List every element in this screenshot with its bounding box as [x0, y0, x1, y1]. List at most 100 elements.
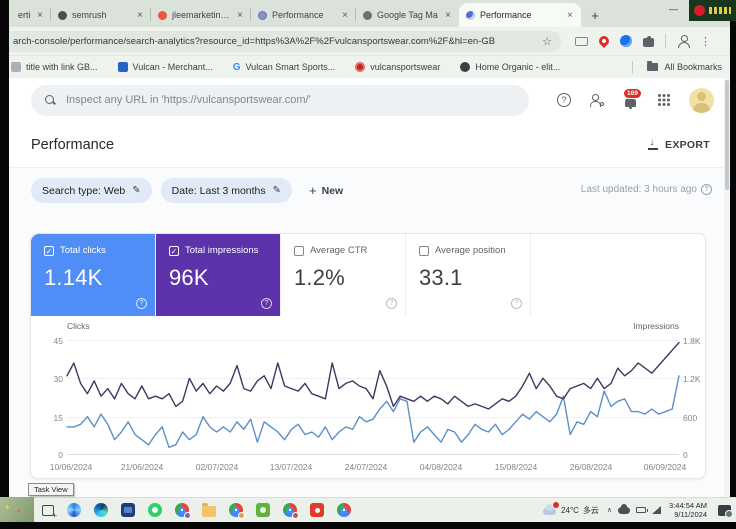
blue-extension-icon[interactable] — [620, 35, 632, 47]
tab-close-icon[interactable]: × — [236, 10, 244, 21]
bookmark-favicon-icon — [11, 62, 21, 72]
tab-close-icon[interactable]: × — [444, 10, 452, 21]
tab-performance-1[interactable]: Performance × — [251, 3, 356, 27]
clock-date: 9/11/2024 — [669, 510, 707, 519]
search-placeholder: Inspect any URL in 'https://vulcansports… — [66, 94, 311, 106]
whatsapp-icon[interactable] — [148, 503, 162, 517]
notification-center-icon[interactable] — [718, 505, 731, 516]
last-updated-label: Last updated: 3 hours ago — [581, 184, 697, 195]
bookmark-item[interactable]: Home Organic - elit... — [460, 62, 560, 72]
x-tick: 15/08/2024 — [488, 462, 544, 472]
metrics-row: ✓ Total clicks 1.14K ? ✓ Total impressio… — [31, 234, 705, 316]
briefcase-app-icon[interactable] — [121, 503, 135, 517]
export-button[interactable]: EXPORT — [648, 139, 710, 151]
checkbox-icon[interactable]: ✓ — [44, 246, 54, 256]
info-icon[interactable]: ? — [386, 298, 397, 309]
tab-0[interactable]: erti × — [11, 3, 51, 27]
all-bookmarks-button[interactable]: All Bookmarks — [632, 61, 722, 74]
checkbox-icon[interactable] — [419, 246, 429, 256]
scrollbar-thumb[interactable] — [725, 80, 729, 190]
screen: erti × semrush × jleemarketing.n × Perfo… — [0, 0, 736, 529]
tooltip-label: Task View — [34, 485, 68, 494]
window-minimize-button[interactable]: — — [669, 4, 678, 14]
recorder-app-icon[interactable] — [310, 503, 324, 517]
average-ctr-card[interactable]: Average CTR 1.2% ? — [281, 234, 406, 316]
weather-widget[interactable]: 24°C 多云 — [543, 505, 599, 516]
tab-semrush[interactable]: semrush × — [51, 3, 151, 27]
metrics-filler — [531, 234, 705, 316]
extensions-puzzle-icon[interactable] — [643, 36, 654, 47]
browser-profile-icon[interactable] — [677, 35, 689, 47]
date-range-filter-chip[interactable]: Date: Last 3 months ✎ — [161, 178, 292, 203]
tab-close-icon[interactable]: × — [136, 10, 144, 21]
x-tick: 21/06/2024 — [114, 462, 170, 472]
toolbar-divider — [665, 34, 666, 48]
tab-close-icon[interactable]: × — [341, 10, 349, 21]
location-pin-extension-icon[interactable] — [597, 34, 611, 48]
profile-badge — [238, 512, 245, 519]
page-scrollbar[interactable] — [724, 78, 730, 497]
bookmark-star-icon[interactable]: ☆ — [542, 35, 552, 48]
info-icon[interactable]: ? — [136, 298, 147, 309]
weather-temperature: 24°C — [561, 506, 579, 515]
folder-icon — [647, 63, 658, 71]
address-bar[interactable]: arch-console/performance/search-analytic… — [9, 31, 561, 52]
network-signal-icon[interactable] — [652, 506, 661, 514]
tab-performance-active[interactable]: Performance × — [459, 3, 581, 27]
gear-icon — [600, 102, 604, 106]
help-icon[interactable]: ? — [557, 93, 571, 107]
metric-value: 96K — [169, 265, 280, 291]
checkbox-icon[interactable]: ✓ — [169, 246, 179, 256]
info-icon[interactable]: ? — [701, 184, 712, 195]
clock[interactable]: 3:44:54 AM 9/11/2024 — [669, 501, 707, 520]
chrome-icon[interactable] — [337, 503, 351, 517]
chrome-profile-icon[interactable] — [175, 503, 189, 517]
user-settings-icon[interactable] — [590, 94, 604, 106]
info-icon[interactable]: ? — [511, 298, 522, 309]
edge-icon[interactable] — [94, 503, 108, 517]
semrush-favicon-icon — [58, 11, 67, 20]
metric-value: 1.2% — [294, 265, 405, 291]
google-apps-grid-icon[interactable] — [658, 94, 661, 97]
chrome-profile-icon[interactable] — [229, 503, 243, 517]
onedrive-cloud-icon[interactable] — [618, 507, 630, 514]
flag-red-circle-icon — [694, 5, 705, 16]
new-filter-button[interactable]: + New — [309, 183, 343, 198]
bookmark-item[interactable]: title with link GB... — [11, 62, 98, 72]
browser-toolbar: arch-console/performance/search-analytic… — [9, 27, 730, 56]
browser-menu-icon[interactable]: ⋮ — [700, 35, 711, 48]
url-inspect-search-input[interactable]: Inspect any URL in 'https://vulcansports… — [31, 85, 529, 116]
new-tab-button[interactable]: + — [585, 5, 605, 25]
search-icon — [45, 95, 55, 105]
avatar[interactable] — [689, 88, 714, 113]
bookmark-item[interactable]: vulcansportswear — [355, 62, 440, 72]
tab-jleemarketing[interactable]: jleemarketing.n × — [151, 3, 251, 27]
info-icon[interactable]: ? — [261, 298, 272, 309]
tab-close-icon[interactable]: × — [36, 10, 44, 21]
average-position-card[interactable]: Average position 33.1 ? — [406, 234, 531, 316]
url-text[interactable]: arch-console/performance/search-analytic… — [13, 36, 536, 47]
bookmark-item[interactable]: G Vulcan Smart Sports... — [233, 62, 335, 72]
y-tick-right: 1.2K — [683, 374, 701, 384]
tab-label: Google Tag Ma — [377, 10, 439, 20]
total-clicks-card[interactable]: ✓ Total clicks 1.14K ? — [31, 234, 156, 316]
photos-icon[interactable] — [67, 503, 81, 517]
bookmark-item[interactable]: Vulcan - Merchant... — [118, 62, 213, 72]
tab-label: jleemarketing.n — [172, 10, 231, 20]
tab-google-tag-manager[interactable]: Google Tag Ma × — [356, 3, 459, 27]
chrome-profile-icon[interactable] — [283, 503, 297, 517]
tab-close-icon[interactable]: × — [566, 10, 574, 21]
metric-value: 1.14K — [44, 265, 155, 291]
checkbox-icon[interactable] — [294, 246, 304, 256]
tray-chevron-icon[interactable]: ∧ — [607, 506, 612, 514]
file-explorer-icon[interactable] — [202, 506, 216, 517]
green-app-icon[interactable] — [256, 503, 270, 517]
battery-icon[interactable] — [636, 507, 646, 513]
notifications-button[interactable]: 169 — [623, 93, 639, 108]
keyboard-extension-icon[interactable] — [575, 37, 588, 46]
bookmark-favicon-icon — [355, 62, 365, 72]
search-type-filter-chip[interactable]: Search type: Web ✎ — [31, 178, 152, 203]
task-view-button[interactable] — [42, 505, 54, 516]
chart-plot-area[interactable] — [67, 340, 679, 455]
total-impressions-card[interactable]: ✓ Total impressions 96K ? — [156, 234, 281, 316]
